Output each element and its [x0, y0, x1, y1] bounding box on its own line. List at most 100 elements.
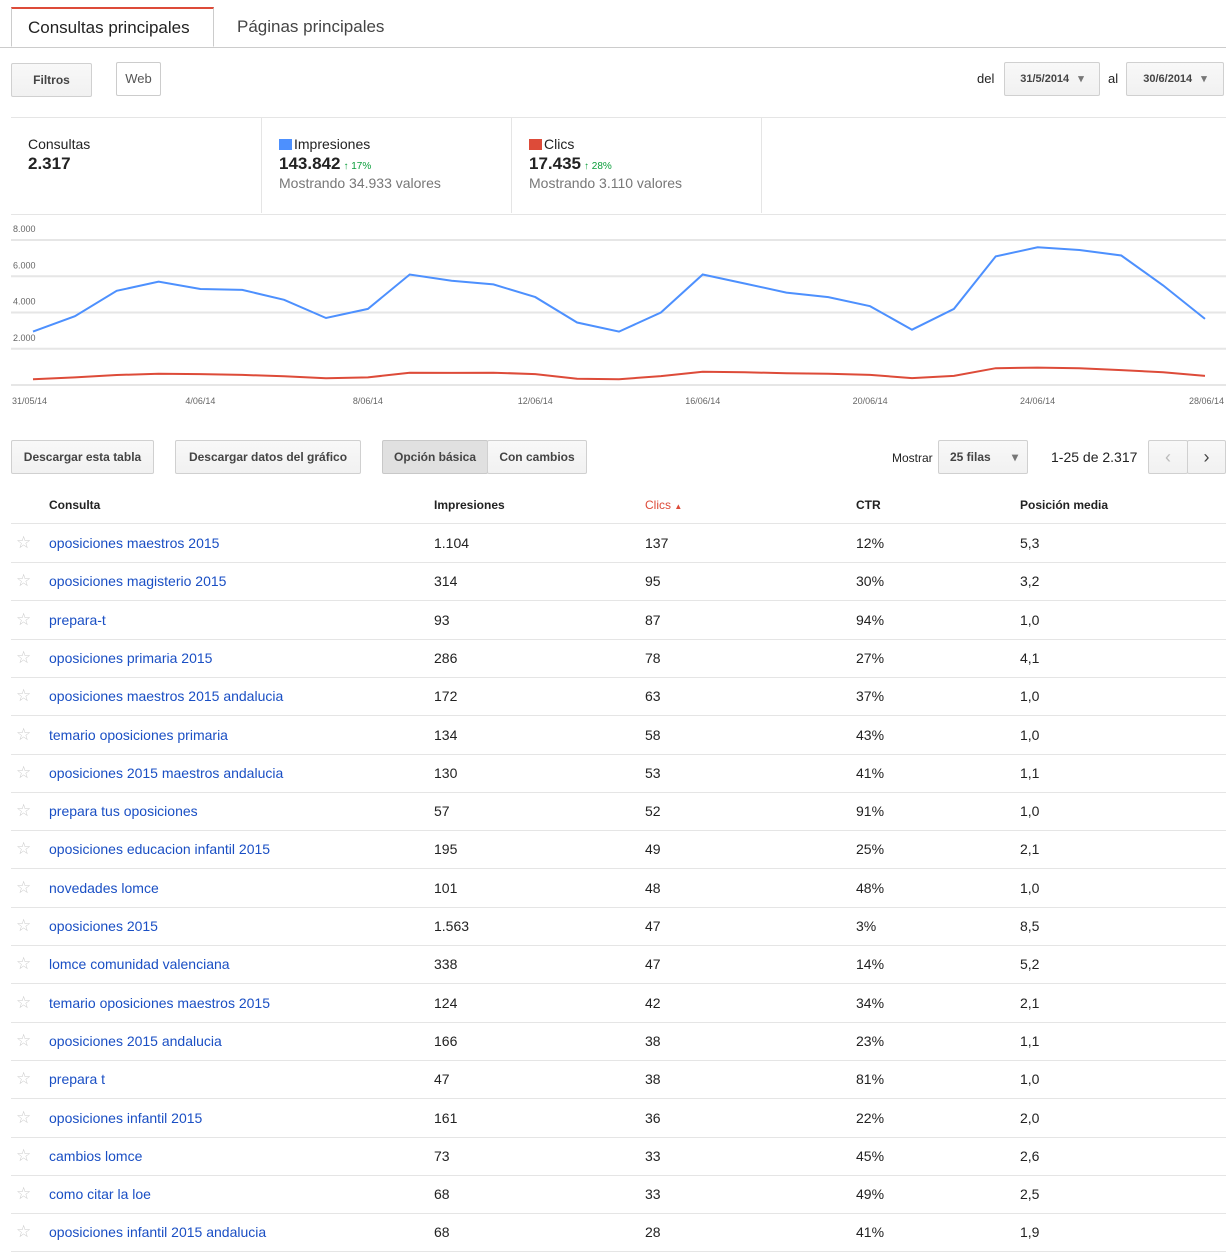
star-icon[interactable]: ☆ — [16, 869, 31, 907]
date-from-select[interactable]: 31/5/2014 ▾ — [1004, 62, 1100, 96]
star-icon[interactable]: ☆ — [16, 984, 31, 1022]
x-tick-label: 31/05/14 — [12, 396, 47, 406]
star-icon[interactable]: ☆ — [16, 1137, 31, 1175]
star-icon[interactable]: ☆ — [16, 716, 31, 754]
query-link[interactable]: temario oposiciones primaria — [49, 716, 228, 754]
cell-clicks: 137 — [645, 535, 669, 551]
cell-clicks: 52 — [645, 803, 661, 820]
query-link[interactable]: temario oposiciones maestros 2015 — [49, 984, 270, 1022]
clicks-metric[interactable]: Clics 17.435 ↑ 28% Mostrando 3.110 valore… — [511, 118, 762, 213]
table-row: ☆ lomce comunidad valenciana 338 47 14% 5,2 — [11, 945, 1226, 985]
star-icon[interactable]: ☆ — [16, 1022, 31, 1060]
cell-position: 1,0 — [1020, 611, 1040, 628]
queries-metric[interactable]: Consultas 2.317 — [11, 118, 261, 213]
next-page-button[interactable]: › — [1187, 440, 1226, 474]
cell-position: 1,0 — [1020, 803, 1040, 820]
query-link[interactable]: oposiciones infantil 2015 — [49, 1099, 202, 1137]
query-link[interactable]: prepara t — [49, 1060, 105, 1098]
impressions-label: Impresiones — [294, 136, 371, 152]
star-icon[interactable]: ☆ — [16, 754, 31, 792]
table-row: ☆ temario oposiciones maestros 2015 124 42 3… — [11, 984, 1226, 1023]
impressions-value: 143.842 — [279, 154, 341, 173]
tab-top-pages[interactable]: Páginas principales — [221, 8, 400, 46]
rows-per-page-select[interactable]: 25 filas ▾ — [938, 440, 1028, 474]
tab-top-queries[interactable]: Consultas principales — [11, 7, 214, 47]
download-table-button[interactable]: Descargar esta tabla — [11, 440, 154, 474]
impressions-metric[interactable]: Impresiones 143.842 ↑ 17% Mostrando 34.93… — [261, 118, 511, 213]
query-link[interactable]: oposiciones educacion infantil 2015 — [49, 830, 270, 868]
cell-ctr: 12% — [856, 535, 885, 551]
prev-page-button[interactable]: ‹ — [1148, 440, 1188, 474]
cell-ctr: 49% — [856, 1186, 885, 1203]
star-icon[interactable]: ☆ — [16, 639, 31, 677]
star-icon[interactable]: ☆ — [16, 945, 31, 983]
cell-clicks: 63 — [645, 688, 661, 705]
cell-impressions: 314 — [434, 573, 458, 590]
table-row: ☆ oposiciones magisterio 2015 314 95 30% 3,2 — [11, 562, 1226, 602]
cell-clicks: 38 — [645, 1032, 661, 1049]
query-link[interactable]: oposiciones magisterio 2015 — [49, 562, 226, 600]
cell-impressions: 101 — [434, 879, 458, 896]
cell-clicks: 33 — [645, 1186, 661, 1203]
col-header-clicks[interactable]: Clics ▲ — [645, 498, 682, 512]
query-link[interactable]: oposiciones 2015 — [49, 907, 158, 945]
query-link[interactable]: prepara tus oposiciones — [49, 792, 198, 830]
col-header-impressions[interactable]: Impresiones — [434, 498, 505, 512]
col-header-ctr[interactable]: CTR — [856, 498, 881, 512]
web-filter-chip[interactable]: Web — [116, 62, 161, 96]
basic-option-button[interactable]: Opción básica — [382, 440, 488, 474]
star-icon[interactable]: ☆ — [16, 1175, 31, 1213]
query-link[interactable]: oposiciones primaria 2015 — [49, 639, 212, 677]
cell-clicks: 33 — [645, 1147, 661, 1164]
date-to-select[interactable]: 30/6/2014 ▾ — [1126, 62, 1224, 96]
cell-position: 5,2 — [1020, 956, 1040, 973]
table-row: ☆ prepara tus oposiciones 57 52 91% 1,0 — [11, 792, 1226, 832]
cell-clicks: 49 — [645, 841, 661, 858]
star-icon[interactable]: ☆ — [16, 1060, 31, 1098]
query-link[interactable]: oposiciones infantil 2015 andalucia — [49, 1213, 266, 1251]
cell-ctr: 22% — [856, 1109, 885, 1126]
query-link[interactable]: oposiciones 2015 maestros andalucia — [49, 754, 283, 792]
star-icon[interactable]: ☆ — [16, 1099, 31, 1137]
y-tick-label: 2.000 — [13, 333, 36, 343]
cell-ctr: 14% — [856, 956, 885, 973]
star-icon[interactable]: ☆ — [16, 677, 31, 715]
cell-ctr: 30% — [856, 573, 885, 590]
query-link[interactable]: como citar la loe — [49, 1175, 151, 1213]
filters-button[interactable]: Filtros — [11, 63, 92, 97]
star-icon[interactable]: ☆ — [16, 830, 31, 868]
clicks-sub: Mostrando 3.110 valores — [529, 175, 683, 191]
table-row: ☆ oposiciones maestros 2015 1.104 137 12% 5,3 — [11, 524, 1226, 563]
star-icon[interactable]: ☆ — [16, 601, 31, 639]
star-icon[interactable]: ☆ — [16, 1213, 31, 1251]
query-link[interactable]: oposiciones maestros 2015 andalucia — [49, 677, 283, 715]
cell-impressions: 57 — [434, 803, 450, 820]
y-tick-label: 6.000 — [13, 260, 36, 270]
star-icon[interactable]: ☆ — [16, 524, 31, 562]
col-header-position[interactable]: Posición media — [1020, 498, 1108, 512]
table-row: ☆ oposiciones 2015 1.563 47 3% 8,5 — [11, 907, 1226, 946]
query-link[interactable]: oposiciones maestros 2015 — [49, 524, 219, 562]
query-link[interactable]: novedades lomce — [49, 869, 159, 907]
show-label: Mostrar — [892, 451, 933, 465]
col-header-query[interactable]: Consulta — [49, 498, 100, 512]
impressions-series-line — [32, 246, 1206, 333]
with-changes-button[interactable]: Con cambios — [487, 440, 587, 474]
cell-position: 2,0 — [1020, 1109, 1040, 1126]
cell-ctr: 41% — [856, 1224, 885, 1241]
query-link[interactable]: oposiciones 2015 andalucia — [49, 1022, 222, 1060]
cell-position: 2,1 — [1020, 994, 1040, 1011]
query-link[interactable]: cambios lomce — [49, 1137, 142, 1175]
download-chart-data-button[interactable]: Descargar datos del gráfico — [175, 440, 361, 474]
chevron-down-icon: ▾ — [1201, 73, 1207, 85]
query-link[interactable]: lomce comunidad valenciana — [49, 945, 230, 983]
cell-impressions: 130 — [434, 764, 458, 781]
star-icon[interactable]: ☆ — [16, 907, 31, 945]
star-icon[interactable]: ☆ — [16, 562, 31, 600]
performance-chart: 8.000 6.000 4.000 2.000 31/05/14 4/06/14 8/06/… — [11, 225, 1226, 406]
tab-bar: Consultas principales Páginas principale… — [0, 0, 1226, 48]
query-link[interactable]: prepara-t — [49, 601, 106, 639]
star-icon[interactable]: ☆ — [16, 792, 31, 830]
cell-impressions: 134 — [434, 726, 458, 743]
cell-ctr: 91% — [856, 803, 885, 820]
